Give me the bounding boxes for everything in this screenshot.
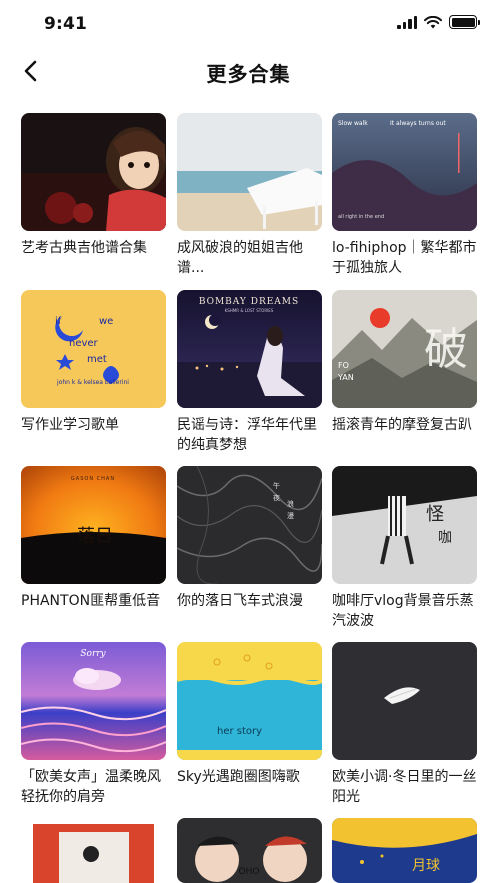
cover-text: 咖 xyxy=(438,530,452,546)
cover-text: never xyxy=(69,338,99,349)
playlist-title: 欧美小调·冬日里的一丝阳光 xyxy=(332,769,477,805)
playlist-title: 摇滚青年的摩登复古趴 xyxy=(332,417,472,433)
cover-text: we xyxy=(99,316,113,327)
cover-text: if xyxy=(55,316,62,327)
cover-text: BOMBAY DREAMS xyxy=(199,297,299,307)
cover-text: 浪 xyxy=(287,499,294,508)
playlist-cover: Slow walk It always turns out all right … xyxy=(332,113,477,231)
cover-text: It always turns out xyxy=(390,120,446,127)
cover-text: met xyxy=(87,354,107,365)
cover-text: GASON CHAN xyxy=(71,476,115,482)
playlist-card[interactable] xyxy=(21,818,166,883)
cover-text: Slow walk xyxy=(338,120,368,127)
playlist-title: 咖啡厅vlog背景音乐蒸汽波波 xyxy=(332,593,474,629)
playlist-card[interactable]: GASON CHAN 落日 PHANTON匪帮重低音 xyxy=(21,466,166,631)
playlist-cover xyxy=(21,113,166,231)
cover-text: 怪 xyxy=(426,504,444,525)
cover-text: all right in the end xyxy=(338,214,384,220)
cover-text: 夜 xyxy=(273,493,280,502)
cover-text: YAN xyxy=(337,373,354,382)
cover-text: 漫 xyxy=(287,511,294,520)
playlist-title: 写作业学习歌单 xyxy=(21,417,119,433)
playlist-cover: 午 夜 浪 漫 xyxy=(177,466,322,584)
playlist-card[interactable]: OHO xyxy=(177,818,322,883)
playlist-card[interactable]: if we never met john k & kelsea ballerin… xyxy=(21,290,166,455)
playlist-cover: if we never met john k & kelsea ballerin… xyxy=(21,290,166,408)
playlist-cover: Sorry xyxy=(21,642,166,760)
cover-text: 落日 xyxy=(77,526,113,547)
playlist-card[interactable]: Slow walk It always turns out all right … xyxy=(332,113,477,278)
cover-text: Sorry xyxy=(80,649,106,659)
cover-text: 午 xyxy=(273,481,280,490)
playlist-title: 民谣与诗：浮华年代里的纯真梦想 xyxy=(177,417,317,453)
cover-text: 破 xyxy=(424,324,468,375)
playlist-cover: FO YAN 破 xyxy=(332,290,477,408)
playlist-card[interactable]: 怪 咖 咖啡厅vlog背景音乐蒸汽波波 xyxy=(332,466,477,631)
playlist-cover: OHO xyxy=(177,818,322,883)
playlist-card[interactable]: 欧美小调·冬日里的一丝阳光 xyxy=(332,642,477,807)
playlist-title: Sky光遇跑圈图嗨歌 xyxy=(177,769,300,785)
playlist-card[interactable]: Sorry 「欧美女声」温柔晚风轻抚你的肩旁 xyxy=(21,642,166,807)
playlist-title: PHANTON匪帮重低音 xyxy=(21,593,161,609)
playlist-cover xyxy=(21,818,166,883)
playlist-title: 你的落日飞车式浪漫 xyxy=(177,593,303,609)
playlist-cover: 怪 咖 xyxy=(332,466,477,584)
playlist-cover: BOMBAY DREAMS KSHMR & LOST STORIES xyxy=(177,290,322,408)
cover-text: OHO xyxy=(239,867,260,877)
playlist-card[interactable]: BOMBAY DREAMS KSHMR & LOST STORIES 民谣与诗：… xyxy=(177,290,322,455)
playlist-cover: 月球 xyxy=(332,818,477,883)
cover-text: john k & kelsea ballerini xyxy=(56,379,129,386)
playlist-title: lo-fihiphop｜繁华都市于孤独旅人 xyxy=(332,240,477,276)
playlist-card[interactable]: 艺考古典吉他谱合集 xyxy=(21,113,166,278)
playlist-card[interactable]: 成风破浪的姐姐吉他谱... xyxy=(177,113,322,278)
playlist-title: 成风破浪的姐姐吉他谱... xyxy=(177,240,303,276)
playlist-title: 「欧美女声」温柔晚风轻抚你的肩旁 xyxy=(21,769,161,805)
playlist-card[interactable]: 月球 xyxy=(332,818,477,883)
playlist-cover: GASON CHAN 落日 xyxy=(21,466,166,584)
cover-text: KSHMR & LOST STORIES xyxy=(225,308,274,313)
cover-text: 月球 xyxy=(412,858,440,874)
playlist-cover: her story xyxy=(177,642,322,760)
playlist-card[interactable]: FO YAN 破 摇滚青年的摩登复古趴 xyxy=(332,290,477,455)
playlist-grid: 艺考古典吉他谱合集 成风破浪的姐姐吉他谱... Slow walk It alw… xyxy=(0,0,497,883)
playlist-card[interactable]: 午 夜 浪 漫 你的落日飞车式浪漫 xyxy=(177,466,322,631)
playlist-title: 艺考古典吉他谱合集 xyxy=(21,240,147,256)
playlist-cover xyxy=(177,113,322,231)
cover-text: her story xyxy=(217,726,262,737)
playlist-card[interactable]: her story Sky光遇跑圈图嗨歌 xyxy=(177,642,322,807)
playlist-cover xyxy=(332,642,477,760)
cover-text: FO xyxy=(338,361,349,370)
